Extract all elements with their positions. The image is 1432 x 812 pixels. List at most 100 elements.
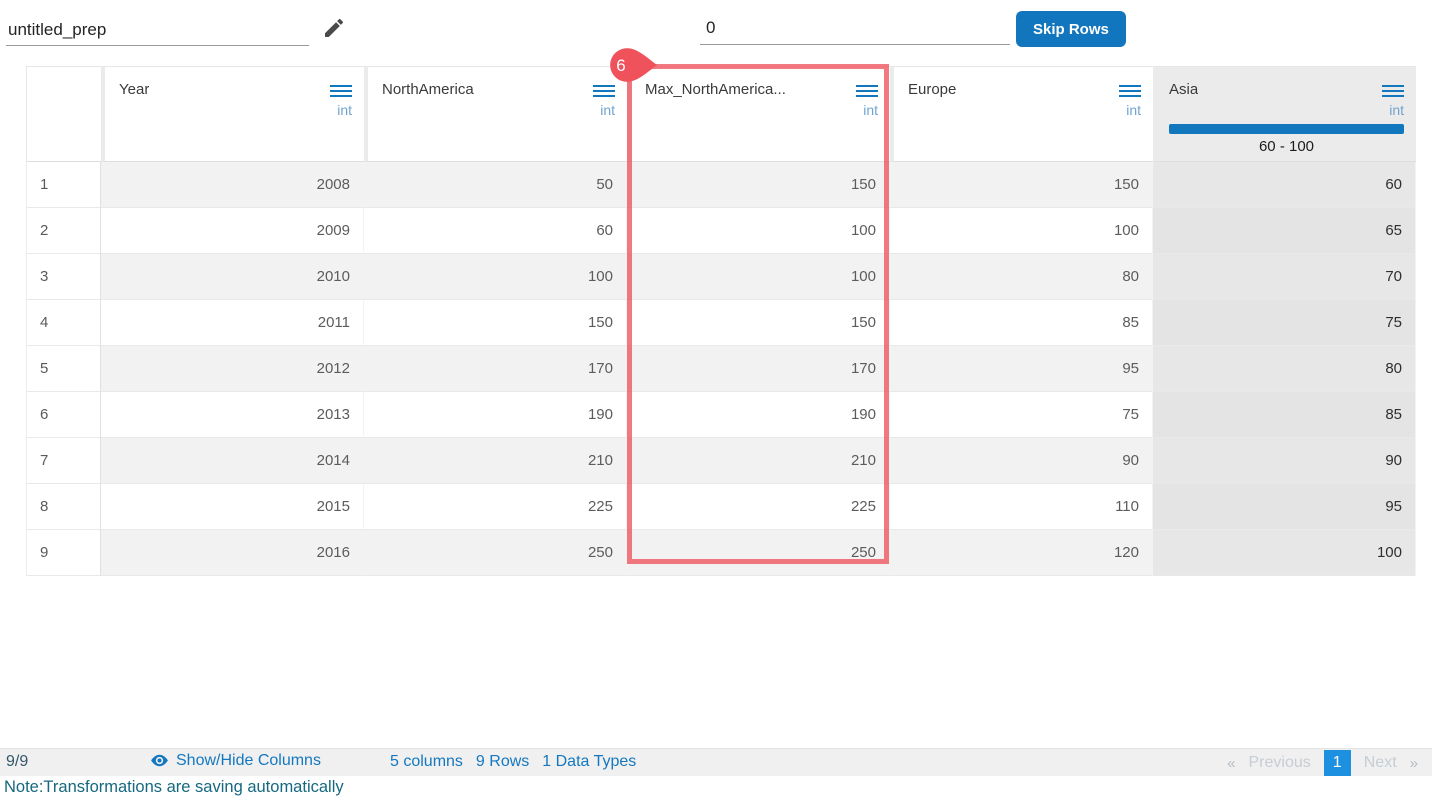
column-menu-icon[interactable] — [1382, 77, 1404, 100]
row-number-header — [26, 66, 101, 162]
show-hide-columns-button[interactable]: Show/Hide Columns — [150, 751, 321, 770]
data-cell: 2009 — [101, 208, 364, 254]
status-bar: 9/9 Show/Hide Columns 5 columns 9 Rows 1… — [0, 748, 1432, 776]
data-cell: 95 — [1153, 484, 1416, 530]
column-header-northamerica[interactable]: NorthAmerica int — [364, 66, 627, 162]
column-menu-icon[interactable] — [856, 77, 878, 100]
column-header-europe[interactable]: Europe int — [890, 66, 1153, 162]
column-menu-icon[interactable] — [1119, 77, 1141, 100]
column-type-label: int — [337, 102, 352, 118]
data-cell: 190 — [364, 392, 627, 438]
data-cell: 170 — [364, 346, 627, 392]
prep-name-input[interactable] — [6, 14, 309, 46]
data-cell: 150 — [627, 300, 890, 346]
column-name: Max_NorthAmerica... — [645, 81, 786, 98]
row-number-cell: 4 — [26, 300, 101, 346]
data-cell: 60 — [364, 208, 627, 254]
data-cell: 90 — [890, 438, 1153, 484]
data-cell: 95 — [890, 346, 1153, 392]
pagination-previous[interactable]: Previous — [1249, 754, 1311, 772]
table-row: 1 2008 50 150 150 60 — [26, 162, 1416, 208]
column-name: Europe — [908, 81, 957, 98]
data-cell: 250 — [364, 530, 627, 576]
column-name: Year — [119, 81, 150, 98]
table-row: 4 2011 150 150 85 75 — [26, 300, 1416, 346]
data-cell: 2016 — [101, 530, 364, 576]
data-cell: 85 — [1153, 392, 1416, 438]
column-menu-icon[interactable] — [593, 77, 615, 100]
data-cell: 2013 — [101, 392, 364, 438]
data-cell: 150 — [627, 162, 890, 208]
data-cell: 2008 — [101, 162, 364, 208]
edit-pencil-icon[interactable] — [322, 16, 346, 40]
column-header-max-northamerica-[interactable]: Max_NorthAmerica...int — [627, 66, 890, 162]
header-row: Year int NorthAmerica int Max_NorthAmerica..… — [26, 66, 1416, 162]
data-cell: 150 — [890, 162, 1153, 208]
column-header-asia[interactable]: Asia int 60 - 100 — [1153, 66, 1416, 162]
top-toolbar: Skip Rows — [0, 0, 1432, 62]
column-name: NorthAmerica — [382, 81, 474, 98]
data-cell: 225 — [627, 484, 890, 530]
column-menu-icon[interactable] — [330, 77, 352, 100]
column-range-label: 60 - 100 — [1258, 138, 1315, 155]
row-number-cell: 7 — [26, 438, 101, 484]
data-cell: 150 — [364, 300, 627, 346]
data-types-count[interactable]: 1 Data Types — [542, 753, 636, 771]
row-number-cell: 8 — [26, 484, 101, 530]
column-name: Asia — [1169, 81, 1199, 98]
data-cell: 65 — [1153, 208, 1416, 254]
column-header-year[interactable]: Year int — [101, 66, 364, 162]
data-cell: 225 — [364, 484, 627, 530]
column-type-label: int — [863, 102, 878, 118]
columns-count[interactable]: 5 columns — [390, 753, 463, 771]
data-cell: 2011 — [101, 300, 364, 346]
autosave-note: Note:Transformations are saving automati… — [4, 778, 344, 796]
pagination-last-icon[interactable]: » — [1410, 755, 1418, 772]
rows-count[interactable]: 9 Rows — [476, 753, 529, 771]
column-type-label: int — [1389, 102, 1404, 118]
row-number-cell: 5 — [26, 346, 101, 392]
row-number-cell: 9 — [26, 530, 101, 576]
column-type-label: int — [1126, 102, 1141, 118]
skip-rows-input[interactable] — [700, 12, 1010, 45]
table-row: 2 2009 60 100 100 65 — [26, 208, 1416, 254]
pagination-page-1[interactable]: 1 — [1323, 750, 1351, 776]
data-cell: 75 — [1153, 300, 1416, 346]
data-cell: 190 — [627, 392, 890, 438]
data-cell: 75 — [890, 392, 1153, 438]
data-cell: 100 — [1153, 530, 1416, 576]
data-cell: 70 — [1153, 254, 1416, 300]
data-cell: 90 — [1153, 438, 1416, 484]
summary-counts: 5 columns 9 Rows 1 Data Types — [390, 753, 636, 771]
table-row: 3 2010 100 100 80 70 — [26, 254, 1416, 300]
table-row: 5 2012 170 170 95 80 — [26, 346, 1416, 392]
row-count: 9/9 — [6, 753, 29, 770]
eye-icon — [151, 754, 168, 767]
data-cell: 100 — [627, 208, 890, 254]
table-row: 8 2015 225 225 110 95 — [26, 484, 1416, 530]
column-range-bar[interactable] — [1169, 124, 1404, 134]
data-cell: 110 — [890, 484, 1153, 530]
pagination: « Previous 1 Next » — [1227, 749, 1418, 777]
pagination-next[interactable]: Next — [1364, 754, 1397, 772]
data-grid: Year int NorthAmerica int Max_NorthAmerica..… — [26, 66, 1416, 576]
data-cell: 170 — [627, 346, 890, 392]
row-number-cell: 1 — [26, 162, 101, 208]
data-cell: 100 — [627, 254, 890, 300]
data-prep-app: Skip Rows YearintNorthAmericaintMax_Nort… — [0, 0, 1432, 812]
data-cell: 85 — [890, 300, 1153, 346]
pagination-first-icon[interactable]: « — [1227, 755, 1235, 772]
row-number-cell: 3 — [26, 254, 101, 300]
table-row: 6 2013 190 190 75 85 — [26, 392, 1416, 438]
data-cell: 60 — [1153, 162, 1416, 208]
data-cell: 120 — [890, 530, 1153, 576]
table-row: 7 2014 210 210 90 90 — [26, 438, 1416, 484]
data-cell: 250 — [627, 530, 890, 576]
data-cell: 80 — [890, 254, 1153, 300]
data-cell: 100 — [364, 254, 627, 300]
column-type-label: int — [600, 102, 615, 118]
skip-rows-button[interactable]: Skip Rows — [1016, 11, 1126, 47]
data-cell: 50 — [364, 162, 627, 208]
show-hide-columns-label: Show/Hide Columns — [176, 751, 321, 769]
data-cell: 210 — [364, 438, 627, 484]
